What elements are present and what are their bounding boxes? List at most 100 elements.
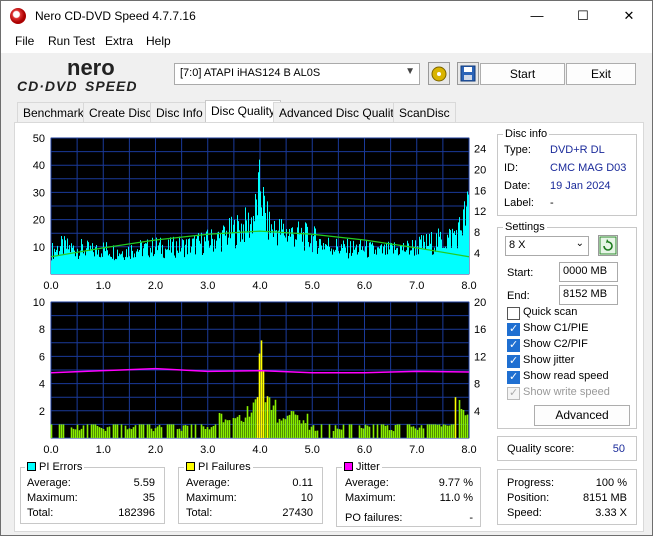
x-tick-label: 7.0 bbox=[409, 444, 424, 456]
pi-errors-avg: 5.59 bbox=[133, 477, 155, 489]
app-window: Nero CD-DVD Speed 4.7.7.16 — ☐ ✕ File Ru… bbox=[0, 0, 653, 536]
disc-id-label: ID: bbox=[504, 162, 519, 174]
refresh-button[interactable] bbox=[598, 235, 618, 256]
jitter-title: Jitter bbox=[342, 461, 382, 473]
tab-create-disc[interactable]: Create Disc bbox=[83, 102, 158, 123]
save-button[interactable] bbox=[457, 62, 479, 85]
tab-advanced-disc-quality[interactable]: Advanced Disc Quality bbox=[273, 102, 406, 123]
pi-failures-swatch bbox=[186, 462, 195, 471]
end-field[interactable]: 8152 MB bbox=[559, 285, 618, 305]
jitter-max-label: Maximum: bbox=[345, 492, 396, 504]
po-failures-value: - bbox=[469, 512, 473, 524]
disc-label-value: - bbox=[550, 197, 554, 209]
y-right-tick-label: 4 bbox=[474, 248, 480, 260]
chevron-down-icon: ⌄ bbox=[575, 238, 584, 249]
checkbox-label: Quick scan bbox=[523, 306, 578, 318]
position-label: Position: bbox=[507, 492, 550, 504]
progress-label: Progress: bbox=[507, 477, 555, 489]
menu-file[interactable]: File bbox=[15, 34, 34, 48]
y-right-tick-label: 20 bbox=[474, 297, 486, 309]
y-right-tick-label: 8 bbox=[474, 227, 480, 239]
speed-select[interactable]: 8 X ⌄ bbox=[505, 236, 589, 256]
progress-value: 100 % bbox=[595, 477, 627, 489]
checkbox-show-c1-pie[interactable] bbox=[507, 322, 520, 336]
x-tick-label: 4.0 bbox=[252, 444, 267, 456]
menu-run-test[interactable]: Run Test bbox=[48, 34, 95, 48]
checkbox-label: Show write speed bbox=[523, 386, 610, 398]
svg-text:CD·DVD: CD·DVD bbox=[17, 78, 77, 94]
speed-value: 3.33 X bbox=[595, 507, 627, 519]
disc-type-label: Type: bbox=[504, 144, 531, 156]
y-right-tick-label: 16 bbox=[474, 185, 486, 197]
start-button[interactable]: Start bbox=[480, 63, 565, 85]
tab-disc-quality[interactable]: Disc Quality bbox=[205, 100, 282, 123]
pi-failures-title: PI Failures bbox=[184, 461, 253, 473]
y-right-tick-label: 8 bbox=[474, 379, 480, 391]
pi-errors-total-label: Total: bbox=[27, 507, 54, 519]
start-label: Start: bbox=[507, 267, 534, 279]
y-left-tick-label: 10 bbox=[33, 242, 45, 254]
y-left-tick-label: 50 bbox=[33, 133, 45, 145]
start-field[interactable]: 0000 MB bbox=[559, 262, 618, 282]
checkbox-show-c2-pif[interactable] bbox=[507, 338, 520, 352]
y-left-tick-label: 30 bbox=[33, 187, 45, 199]
x-tick-label: 7.0 bbox=[409, 280, 424, 292]
checkbox-label: Show read speed bbox=[523, 370, 609, 382]
x-tick-label: 8.0 bbox=[461, 280, 476, 292]
po-failures-label: PO failures: bbox=[345, 512, 403, 524]
y-left-tick-label: 40 bbox=[33, 160, 45, 172]
eject-button[interactable] bbox=[428, 62, 450, 85]
y-left-tick-label: 20 bbox=[33, 215, 45, 227]
y-left-tick-label: 8 bbox=[39, 324, 45, 336]
drive-select[interactable]: [7:0] ATAPI iHAS124 B AL0S ▼ bbox=[174, 63, 420, 85]
x-tick-label: 6.0 bbox=[357, 280, 372, 292]
disc-label-label: Label: bbox=[504, 197, 534, 209]
close-button[interactable]: ✕ bbox=[606, 1, 652, 31]
pi-failures-avg-label: Average: bbox=[186, 477, 230, 489]
jitter-avg: 9.77 % bbox=[438, 477, 473, 489]
checkbox-show-jitter[interactable] bbox=[507, 354, 520, 368]
x-tick-label: 0.0 bbox=[43, 444, 58, 456]
tab-benchmark[interactable]: Benchmark bbox=[17, 102, 90, 123]
pi-errors-max: 35 bbox=[142, 492, 155, 504]
y-left-tick-label: 10 bbox=[33, 297, 45, 309]
y-left-tick-label: 6 bbox=[39, 351, 45, 363]
pi-failures-title-text: PI Failures bbox=[198, 461, 251, 473]
jitter-swatch bbox=[344, 462, 353, 471]
y-right-tick-label: 24 bbox=[474, 143, 486, 155]
x-tick-label: 2.0 bbox=[148, 444, 163, 456]
pi-failures-total-label: Total: bbox=[186, 507, 213, 519]
exit-button[interactable]: Exit bbox=[566, 63, 636, 85]
menu-extra[interactable]: Extra bbox=[105, 34, 133, 48]
disc-type-value: DVD+R DL bbox=[550, 144, 605, 156]
y-right-tick-label: 16 bbox=[474, 324, 486, 336]
x-tick-label: 6.0 bbox=[357, 444, 372, 456]
quality-score-label: Quality score: bbox=[507, 443, 575, 455]
pi-failures-max-label: Maximum: bbox=[186, 492, 237, 504]
pi-errors-title: PI Errors bbox=[25, 461, 85, 473]
pi-failures-total: 27430 bbox=[282, 507, 313, 519]
y-right-tick-label: 4 bbox=[474, 406, 480, 418]
checkbox-quick-scan[interactable] bbox=[507, 307, 520, 320]
y-left-tick-label: 4 bbox=[39, 379, 45, 391]
floppy-disk-icon bbox=[460, 65, 476, 82]
checkbox-show-read-speed[interactable] bbox=[507, 370, 520, 384]
title-bar: Nero CD-DVD Speed 4.7.7.16 — ☐ ✕ bbox=[1, 1, 652, 31]
nero-app-icon bbox=[10, 8, 26, 24]
menu-bar: File Run Test Extra Help bbox=[1, 31, 652, 53]
tab-scandisc[interactable]: ScanDisc bbox=[393, 102, 456, 123]
minimize-button[interactable]: — bbox=[514, 1, 560, 31]
x-tick-label: 5.0 bbox=[305, 444, 320, 456]
tab-disc-info[interactable]: Disc Info bbox=[150, 102, 209, 123]
checkbox-label: Show C1/PIE bbox=[523, 322, 589, 334]
y-right-tick-label: 12 bbox=[474, 206, 486, 218]
disc-date-value: 19 Jan 2024 bbox=[550, 180, 611, 192]
nero-cd-dvd-speed-logo: nero CD·DVD SPEED bbox=[17, 57, 136, 94]
pi-errors-title-text: PI Errors bbox=[39, 461, 83, 473]
maximize-button[interactable]: ☐ bbox=[560, 1, 606, 31]
jitter-avg-label: Average: bbox=[345, 477, 389, 489]
advanced-button[interactable]: Advanced bbox=[534, 405, 630, 426]
menu-help[interactable]: Help bbox=[146, 34, 171, 48]
disc-info-title: Disc info bbox=[503, 128, 550, 140]
x-tick-label: 2.0 bbox=[148, 280, 163, 292]
